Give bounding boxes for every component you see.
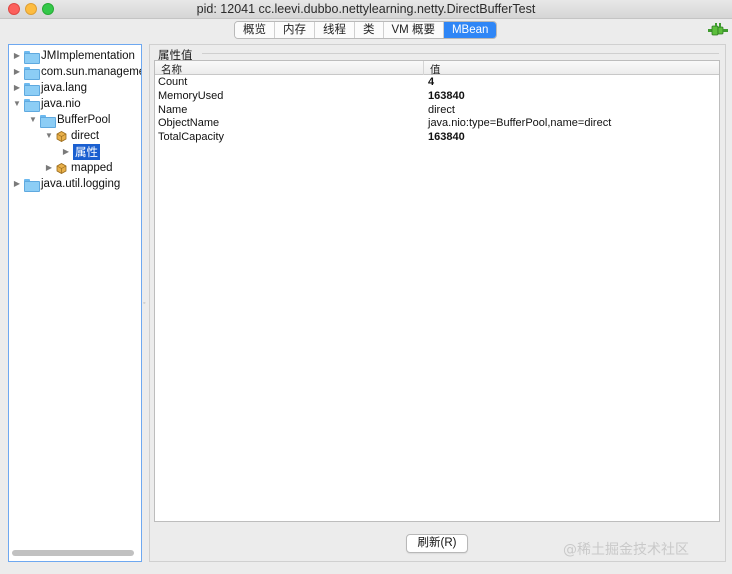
group-divider bbox=[202, 53, 719, 54]
attribute-name: MemoryUsed bbox=[158, 90, 224, 102]
tree-node-mapped[interactable]: ▶ mapped bbox=[44, 160, 113, 176]
expand-arrow-icon[interactable]: ▶ bbox=[12, 83, 22, 93]
folder-icon bbox=[24, 66, 40, 80]
tree-node-label: java.lang bbox=[41, 82, 88, 94]
table-row[interactable]: MemoryUsed 163840 bbox=[155, 90, 719, 103]
expand-arrow-icon[interactable]: ▶ bbox=[12, 67, 22, 77]
tree-node-com-sun-management[interactable]: ▶ com.sun.manageme bbox=[12, 64, 142, 80]
attribute-table[interactable]: 名称 值 Count 4 MemoryUsed 163840 Name dire… bbox=[154, 60, 720, 522]
attribute-value: 163840 bbox=[428, 90, 465, 102]
table-row[interactable]: TotalCapacity 163840 bbox=[155, 131, 719, 144]
attribute-name: ObjectName bbox=[158, 117, 220, 129]
tree-node-attributes[interactable]: ▶ 属性 bbox=[61, 144, 100, 160]
window-title: pid: 12041 cc.leevi.dubbo.nettylearning.… bbox=[196, 2, 536, 16]
attribute-name: TotalCapacity bbox=[158, 131, 225, 143]
attribute-name: Count bbox=[158, 76, 188, 88]
tree-node-label: mapped bbox=[71, 162, 113, 174]
title-bar: pid: 12041 cc.leevi.dubbo.nettylearning.… bbox=[0, 0, 732, 19]
attribute-value: 163840 bbox=[428, 131, 465, 143]
table-row[interactable]: Name direct bbox=[155, 104, 719, 117]
expand-arrow-icon[interactable]: ▶ bbox=[61, 147, 71, 157]
tree-node-java-nio[interactable]: ▼ java.nio bbox=[12, 96, 81, 112]
tab-classes[interactable]: 类 bbox=[355, 22, 384, 38]
column-header-name[interactable]: 名称 bbox=[161, 62, 182, 77]
refresh-button[interactable]: 刷新(R) bbox=[406, 534, 468, 553]
collapse-arrow-icon[interactable]: ▼ bbox=[12, 99, 22, 109]
tree-node-java-lang[interactable]: ▶ java.lang bbox=[12, 80, 87, 96]
tab-vm-summary[interactable]: VM 概要 bbox=[383, 22, 444, 38]
folder-icon bbox=[24, 178, 40, 192]
attributes-panel: 属性值 名称 值 Count 4 MemoryUsed 163840 Name … bbox=[149, 44, 726, 562]
expand-arrow-icon[interactable]: ▶ bbox=[44, 163, 54, 173]
tree-node-label: 属性 bbox=[73, 144, 100, 160]
expand-arrow-icon[interactable]: ▶ bbox=[12, 51, 22, 61]
tree-node-label: java.util.logging bbox=[41, 178, 121, 190]
attribute-value: java.nio:type=BufferPool,name=direct bbox=[428, 117, 612, 129]
folder-icon bbox=[24, 98, 40, 112]
tab-mbean[interactable]: MBean bbox=[443, 22, 497, 38]
splitter-handle[interactable]: ◦ bbox=[143, 300, 145, 307]
collapse-arrow-icon[interactable]: ▼ bbox=[28, 115, 38, 125]
tree-horizontal-scrollbar[interactable] bbox=[12, 550, 134, 556]
column-header-value[interactable]: 值 bbox=[430, 62, 441, 77]
watermark: @稀土掘金技术社区 bbox=[563, 542, 689, 558]
folder-icon bbox=[24, 82, 40, 96]
bean-icon bbox=[56, 162, 67, 174]
tree-node-label: java.nio bbox=[41, 98, 81, 110]
attribute-value: direct bbox=[428, 104, 455, 116]
column-divider[interactable] bbox=[423, 61, 424, 75]
tree-node-label: JMImplementation bbox=[41, 50, 135, 62]
attribute-name: Name bbox=[158, 104, 188, 116]
bean-icon bbox=[56, 130, 67, 142]
tab-memory[interactable]: 内存 bbox=[275, 22, 315, 38]
folder-icon bbox=[40, 114, 56, 128]
tree-node-label: com.sun.manageme bbox=[41, 66, 142, 78]
tree-node-direct[interactable]: ▼ direct bbox=[44, 128, 99, 144]
tree-node-java-util-logging[interactable]: ▶ java.util.logging bbox=[12, 176, 120, 192]
table-header: 名称 值 bbox=[155, 61, 719, 77]
folder-icon bbox=[24, 50, 40, 64]
collapse-arrow-icon[interactable]: ▼ bbox=[44, 131, 54, 141]
tab-bar: 概览 内存 线程 类 VM 概要 MBean bbox=[234, 21, 498, 39]
tab-threads[interactable]: 线程 bbox=[315, 22, 355, 38]
tree-node-jmimplementation[interactable]: ▶ JMImplementation bbox=[12, 48, 135, 64]
attribute-value: 4 bbox=[428, 76, 435, 88]
expand-arrow-icon[interactable]: ▶ bbox=[12, 179, 22, 189]
table-row[interactable]: ObjectName java.nio:type=BufferPool,name… bbox=[155, 117, 719, 130]
plugin-connection-icon[interactable] bbox=[708, 23, 728, 37]
tab-overview[interactable]: 概览 bbox=[235, 22, 275, 38]
mbean-tree[interactable]: ▶ JMImplementation ▶ com.sun.manageme ▶ … bbox=[8, 44, 142, 562]
tree-node-bufferpool[interactable]: ▼ BufferPool bbox=[28, 112, 111, 128]
tree-node-label: BufferPool bbox=[57, 114, 111, 126]
tree-node-label: direct bbox=[71, 130, 100, 142]
table-row[interactable]: Count 4 bbox=[155, 76, 719, 89]
